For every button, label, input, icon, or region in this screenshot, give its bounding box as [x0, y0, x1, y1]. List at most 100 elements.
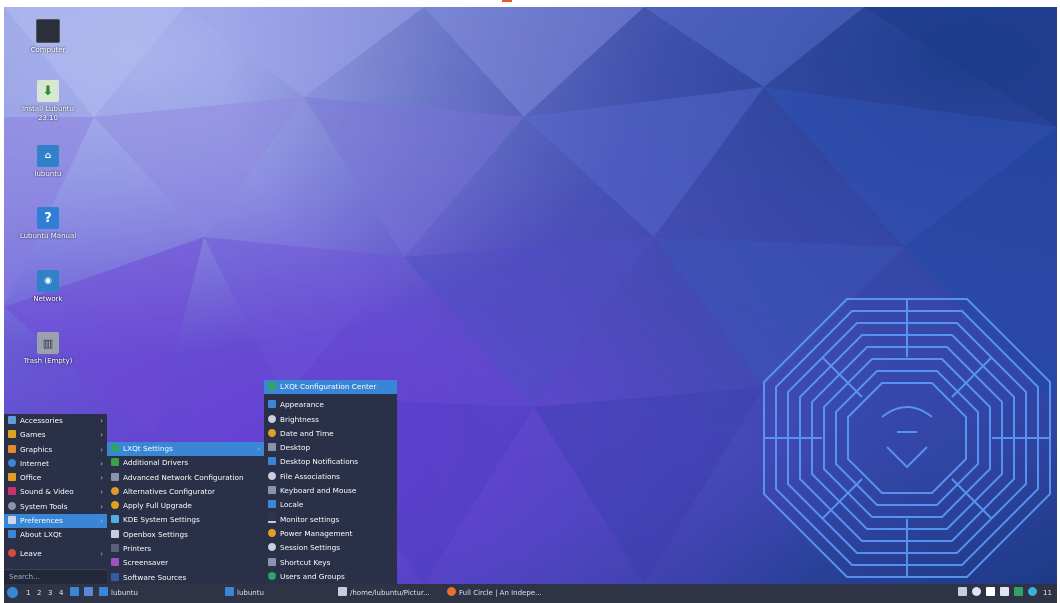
locale-icon	[268, 500, 276, 509]
menu-item-sound-video[interactable]: Sound & Video ›	[4, 485, 107, 499]
desktop-icon-trash[interactable]: ▥ Trash (Empty)	[13, 332, 83, 366]
submenu-item-session[interactable]: Session Settings	[264, 541, 397, 555]
submenu-item-config-center[interactable]: LXQt Configuration Center	[264, 380, 397, 395]
chevron-right-icon: ›	[100, 517, 103, 526]
menu-item-preferences[interactable]: Preferences ›	[4, 514, 107, 529]
submenu-item-software-sources[interactable]: Software Sources	[107, 571, 264, 584]
submenu-item-locale[interactable]: Locale	[264, 498, 397, 512]
start-menu-button[interactable]	[7, 587, 21, 600]
screensaver-icon	[111, 558, 119, 567]
desktop-icon-network[interactable]: ◉ Network	[13, 270, 83, 304]
task-lubuntu-1[interactable]: lubuntu	[99, 587, 138, 600]
submenu-item-appearance[interactable]: Appearance	[264, 398, 397, 412]
multimedia-icon	[8, 487, 16, 496]
lxqt-logo-icon	[8, 530, 16, 539]
desktop-icon-label: Computer	[30, 46, 66, 54]
submenu-item-power[interactable]: Power Management	[264, 527, 397, 541]
shortcut-keys-icon	[268, 557, 276, 566]
software-sources-icon	[111, 572, 119, 581]
submenu-item-file-associations[interactable]: File Associations	[264, 470, 397, 484]
quicklaunch-desktop[interactable]	[84, 587, 96, 600]
help-icon: ?	[37, 207, 59, 229]
task-firefox[interactable]: Full Circle | An Indepe...	[447, 587, 542, 600]
workspace-2[interactable]: 2	[37, 587, 41, 600]
image-viewer-icon	[338, 587, 347, 596]
internet-icon	[8, 458, 16, 467]
upgrade-icon	[111, 501, 119, 510]
submenu-item-desktop[interactable]: Desktop	[264, 441, 397, 455]
chevron-right-icon: ›	[100, 431, 103, 440]
submenu-item-users-groups[interactable]: Users and Groups	[264, 570, 397, 584]
clock[interactable]: 11	[1043, 587, 1052, 600]
workspace-3[interactable]: 3	[48, 587, 52, 600]
accessories-icon	[8, 416, 16, 424]
tray-updates[interactable]	[1014, 587, 1026, 600]
desktop-icon-install[interactable]: ⬇ Install Lubuntu 23.10	[13, 80, 83, 123]
submenu-item-notifications[interactable]: Desktop Notifications	[264, 455, 397, 469]
openbox-icon	[111, 529, 119, 538]
desktop-icon-manual[interactable]: ? Lubuntu Manual	[13, 207, 83, 241]
trash-icon: ▥	[37, 332, 59, 354]
show-desktop-icon	[84, 587, 93, 596]
submenu-item-full-upgrade[interactable]: Apply Full Upgrade	[107, 499, 264, 513]
network-icon: ◉	[37, 270, 59, 292]
firefox-icon	[447, 587, 456, 596]
submenu-item-brightness[interactable]: Brightness	[264, 413, 397, 427]
graphics-icon	[8, 444, 16, 453]
install-icon: ⬇	[37, 80, 59, 102]
taskbar: 1 2 3 4 lubuntu lubuntu /home/lubuntu/Pi…	[4, 584, 1057, 603]
menu-item-accessories[interactable]: Accessories ›	[4, 414, 107, 428]
tray-power[interactable]	[1028, 587, 1040, 600]
tray-network[interactable]	[1000, 587, 1012, 600]
desktop-icon-label: Network	[33, 295, 63, 303]
preferences-icon	[8, 516, 16, 525]
power-management-icon	[268, 528, 276, 537]
submenu-item-shortcut-keys[interactable]: Shortcut Keys	[264, 556, 397, 570]
desktop-icon-computer[interactable]: Computer	[13, 19, 83, 55]
menu-item-office[interactable]: Office ›	[4, 471, 107, 485]
desktop-icon-label: lubuntu	[34, 170, 62, 178]
submenu-item-kde-settings[interactable]: KDE System Settings	[107, 513, 264, 527]
submenu-item-advanced-network[interactable]: Advanced Network Configuration	[107, 471, 264, 485]
tray-clipboard[interactable]	[958, 587, 970, 600]
task-lubuntu-2[interactable]: lubuntu	[225, 587, 264, 600]
top-accent	[502, 0, 512, 2]
chevron-right-icon: ›	[257, 445, 260, 453]
submenu-item-additional-drivers[interactable]: Additional Drivers	[107, 456, 264, 470]
folder-icon	[99, 587, 108, 596]
lubuntu-logo-icon	[7, 587, 18, 598]
wallpaper-maze-emblem	[763, 298, 1051, 578]
workspace-4[interactable]: 4	[59, 587, 63, 600]
submenu-item-printers[interactable]: Printers	[107, 542, 264, 556]
desktop-icon-home[interactable]: ⌂ lubuntu	[13, 145, 83, 179]
submenu-item-openbox[interactable]: Openbox Settings	[107, 528, 264, 542]
desktop[interactable]: Computer ⬇ Install Lubuntu 23.10 ⌂ lubun…	[4, 7, 1057, 584]
submenu-item-alternatives[interactable]: Alternatives Configurator	[107, 485, 264, 499]
notification-icon	[268, 457, 276, 466]
task-pictures[interactable]: /home/lubuntu/Pictur...	[338, 587, 430, 600]
workspace-1[interactable]: 1	[26, 587, 30, 600]
submenu-item-screensaver[interactable]: Screensaver	[107, 556, 264, 570]
tray-volume[interactable]	[972, 587, 984, 600]
session-icon	[268, 543, 276, 552]
submenu-item-monitor[interactable]: Monitor settings	[264, 512, 397, 527]
tray-file[interactable]	[986, 587, 998, 600]
submenu-item-keyboard-mouse[interactable]: Keyboard and Mouse	[264, 484, 397, 498]
menu-item-leave[interactable]: Leave ›	[4, 547, 107, 561]
menu-item-about-lxqt[interactable]: About LXQt	[4, 528, 107, 542]
top-strip	[0, 0, 1060, 7]
menu-item-graphics[interactable]: Graphics ›	[4, 443, 107, 457]
printer-icon	[111, 544, 119, 553]
menu-search-field[interactable]: Search...	[4, 569, 107, 584]
chevron-right-icon: ›	[100, 549, 103, 558]
menu-item-internet[interactable]: Internet ›	[4, 457, 107, 471]
submenu-item-lxqt-settings[interactable]: LXQt Settings ›	[107, 442, 264, 457]
menu-item-system-tools[interactable]: System Tools ›	[4, 500, 107, 514]
menu-item-games[interactable]: Games ›	[4, 428, 107, 442]
submenu-item-date-time[interactable]: Date and Time	[264, 427, 397, 441]
preferences-submenu: LXQt Settings › Additional Drivers Advanc…	[107, 442, 264, 584]
alternatives-icon	[111, 486, 119, 495]
chevron-right-icon: ›	[100, 502, 103, 511]
brightness-icon	[268, 414, 276, 423]
quicklaunch-files[interactable]	[70, 587, 82, 600]
